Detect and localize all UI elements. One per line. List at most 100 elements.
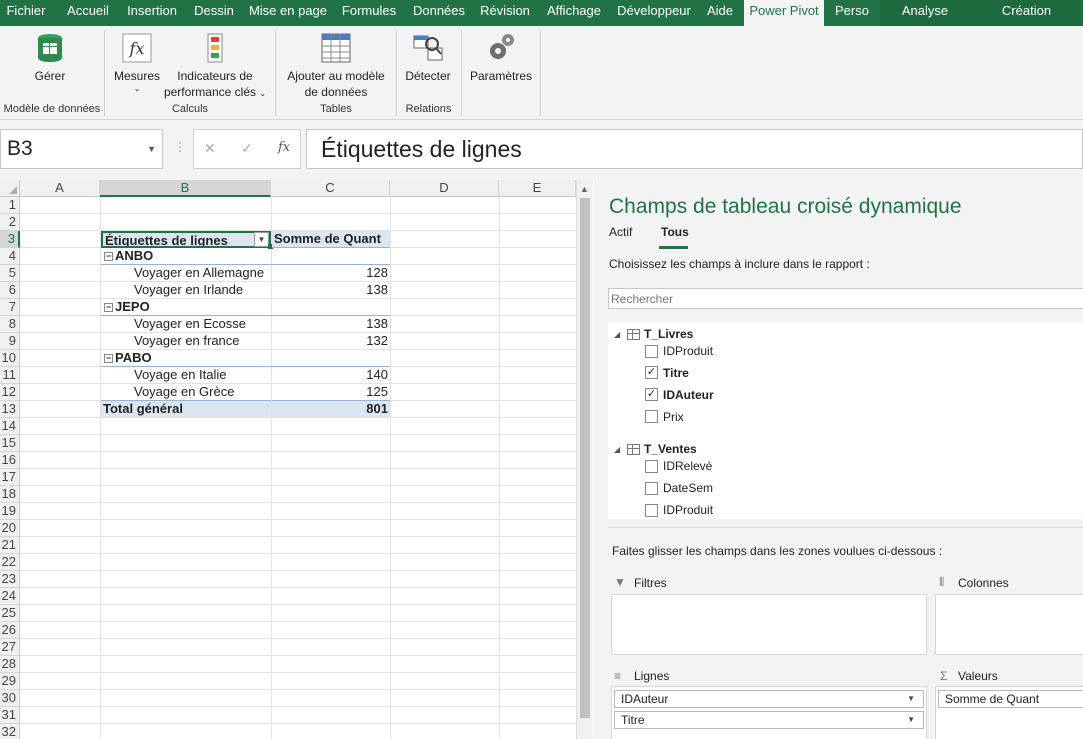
collapse-triangle-icon[interactable]: ◢	[614, 445, 620, 454]
field-idauteur[interactable]: IDAuteur	[663, 388, 714, 402]
row-header[interactable]: 11	[0, 367, 20, 384]
pivot-item-label[interactable]: Voyager en Allemagne	[134, 265, 271, 282]
field-idproduit[interactable]: IDProduit	[663, 344, 713, 358]
row-header[interactable]: 23	[0, 571, 20, 588]
pivot-item-value[interactable]: 128	[272, 265, 390, 282]
tab-accueil[interactable]: Accueil	[58, 0, 118, 26]
collapse-icon[interactable]: −	[104, 354, 113, 363]
tab-formules[interactable]: Formules	[338, 0, 400, 26]
pivot-item-value[interactable]: 140	[272, 367, 390, 384]
row-header[interactable]: 22	[0, 554, 20, 571]
row-header[interactable]: 17	[0, 469, 20, 486]
tab-creation[interactable]: Création	[970, 0, 1083, 26]
kpi-button[interactable]: Indicateurs de performance clés ⌄	[162, 32, 268, 102]
pivot-item-value[interactable]: 125	[272, 384, 390, 401]
filter-dropdown-icon[interactable]: ▼	[254, 232, 269, 247]
field-titre[interactable]: Titre	[663, 366, 689, 380]
row-header[interactable]: 8	[0, 316, 20, 333]
enter-icon[interactable]: ✓	[241, 140, 253, 157]
pivot-total-value[interactable]: 801	[272, 400, 390, 417]
row-header[interactable]: 6	[0, 282, 20, 299]
row-header[interactable]: 7	[0, 299, 20, 316]
row-header[interactable]: 25	[0, 605, 20, 622]
collapse-icon[interactable]: −	[104, 303, 113, 312]
cancel-icon[interactable]: ✕	[204, 140, 216, 157]
pivot-row-labels-header[interactable]: Étiquettes de lignes	[101, 231, 271, 248]
checkbox-idreleve[interactable]	[645, 460, 658, 473]
detect-button[interactable]: Détecter	[400, 32, 456, 84]
rows-drop-zone[interactable]: IDAuteur ▼ Titre ▼	[611, 686, 927, 739]
tab-mise-en-page[interactable]: Mise en page	[246, 0, 330, 26]
rows-field-titre[interactable]: Titre ▼	[614, 711, 924, 729]
pivot-group-jepo[interactable]: − JEPO	[104, 299, 264, 316]
row-header[interactable]: 1	[0, 197, 20, 214]
row-header[interactable]: 14	[0, 418, 20, 435]
pivot-item-value[interactable]: 138	[272, 316, 390, 333]
chevron-down-icon[interactable]: ▼	[907, 691, 915, 707]
tab-affichage[interactable]: Affichage	[542, 0, 606, 26]
row-header[interactable]: 31	[0, 707, 20, 724]
row-header[interactable]: 5	[0, 265, 20, 282]
row-header[interactable]: 29	[0, 673, 20, 690]
row-header[interactable]: 18	[0, 486, 20, 503]
column-header-a[interactable]: A	[20, 180, 100, 197]
field-idreleve[interactable]: IDRelevé	[663, 459, 712, 473]
row-header[interactable]: 20	[0, 520, 20, 537]
pivot-item-value[interactable]: 138	[272, 282, 390, 299]
tab-tous[interactable]: Tous	[661, 225, 689, 239]
row-header[interactable]: 10	[0, 350, 20, 367]
field-list[interactable]: ◢ T_Livres IDProduit ✓ Titre ✓ IDAuteur …	[608, 322, 1083, 519]
manage-button[interactable]: Gérer	[18, 32, 82, 84]
tab-developpeur[interactable]: Développeur	[614, 0, 694, 26]
row-header[interactable]: 15	[0, 435, 20, 452]
row-header[interactable]: 24	[0, 588, 20, 605]
table-t-ventes[interactable]: T_Ventes	[644, 442, 697, 456]
pivot-values-header[interactable]: Somme de Quant	[272, 231, 390, 248]
tab-donnees[interactable]: Données	[408, 0, 470, 26]
checkbox-datesem[interactable]	[645, 482, 658, 495]
tab-actif[interactable]: Actif	[609, 225, 632, 239]
row-header[interactable]: 4	[0, 248, 20, 265]
checkbox-prix[interactable]	[645, 410, 658, 423]
tab-revision[interactable]: Révision	[475, 0, 535, 26]
tab-insertion[interactable]: Insertion	[122, 0, 182, 26]
column-header-e[interactable]: E	[499, 180, 576, 197]
row-header[interactable]: 28	[0, 656, 20, 673]
splitter-dots-icon[interactable]: ⋮	[174, 140, 186, 154]
insert-function-icon[interactable]: fx	[278, 140, 290, 155]
field-prix[interactable]: Prix	[663, 410, 684, 424]
search-input[interactable]	[608, 288, 1083, 309]
row-header[interactable]: 30	[0, 690, 20, 707]
row-header[interactable]: 26	[0, 622, 20, 639]
collapse-icon[interactable]: −	[104, 252, 113, 261]
vertical-scrollbar[interactable]: ▲	[576, 180, 593, 739]
pivot-item-value[interactable]: 132	[272, 333, 390, 350]
tab-power-pivot[interactable]: Power Pivot	[744, 0, 824, 26]
checkbox-idauteur[interactable]: ✓	[645, 388, 658, 401]
rows-field-idauteur[interactable]: IDAuteur ▼	[614, 690, 924, 708]
values-drop-zone[interactable]: Somme de Quant	[935, 686, 1083, 739]
row-header[interactable]: 9	[0, 333, 20, 350]
settings-button[interactable]: Paramètres	[466, 32, 536, 84]
row-header[interactable]: 12	[0, 384, 20, 401]
column-header-d[interactable]: D	[390, 180, 499, 197]
measures-button[interactable]: fx Mesures ⌄	[110, 32, 164, 94]
checkbox-idproduit-ventes[interactable]	[645, 504, 658, 517]
column-header-b[interactable]: B	[100, 180, 271, 197]
row-header[interactable]: 2	[0, 214, 20, 231]
pivot-item-label[interactable]: Voyager en Ecosse	[134, 316, 271, 333]
pivot-item-label[interactable]: Voyage en Italie	[134, 367, 271, 384]
select-all-corner[interactable]	[0, 180, 20, 197]
row-header[interactable]: 3	[0, 231, 20, 248]
tab-analyse[interactable]: Analyse	[880, 0, 970, 26]
scroll-up-icon[interactable]: ▲	[580, 184, 589, 194]
row-header[interactable]: 16	[0, 452, 20, 469]
row-header[interactable]: 13	[0, 401, 20, 418]
field-datesem[interactable]: DateSem	[663, 481, 713, 495]
column-header-c[interactable]: C	[271, 180, 390, 197]
tab-perso[interactable]: Perso	[830, 0, 874, 26]
tab-dessin[interactable]: Dessin	[188, 0, 240, 26]
collapse-triangle-icon[interactable]: ◢	[614, 330, 620, 339]
chevron-down-icon[interactable]: ▼	[907, 712, 915, 728]
checkbox-idproduit[interactable]	[645, 345, 658, 358]
